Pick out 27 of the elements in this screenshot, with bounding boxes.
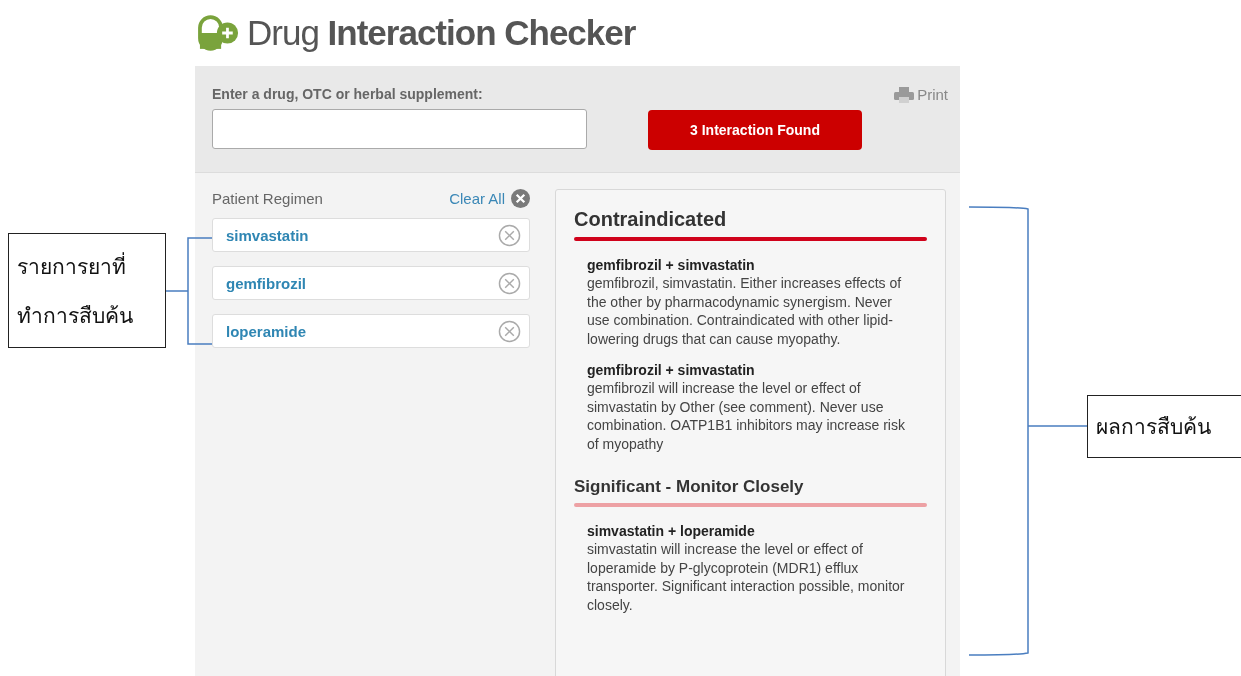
annotation-text: ทำการสืบค้น [17, 302, 134, 329]
page-title: Drug Interaction Checker [247, 13, 636, 53]
interactions-found-button[interactable]: 3 Interaction Found [648, 110, 862, 150]
regimen-title: Patient Regimen [212, 190, 323, 207]
clear-icon [511, 189, 530, 208]
remove-icon[interactable] [498, 223, 521, 247]
remove-icon[interactable] [498, 319, 521, 343]
interaction-text: simvastatin will increase the level or effect of loperamide by P-glycoprotein (MDR1) efflux transporter. Significant interaction possible, monitor closely. [587, 540, 905, 614]
interaction-title: gemfibrozil + simvastatin [587, 257, 756, 274]
clear-all-link[interactable]: Clear All [449, 189, 530, 208]
printer-icon [894, 86, 915, 103]
search-label: Enter a drug, OTC or herbal supplement: [212, 86, 484, 102]
pill-logo-icon [197, 15, 241, 51]
annotation-text: ผลการสืบค้น [1096, 414, 1212, 440]
drug-name: simvastatin [226, 226, 309, 244]
drug-input-field[interactable] [212, 109, 587, 149]
interaction-text: gemfibrozil, simvastatin. Either increases effects of the other by pharmacodynamic synergism. Never use combination. Contraindicated with other lipid-lowering drugs that can cause myopathy. [587, 274, 903, 348]
interaction-title: gemfibrozil + simvastatin [587, 362, 756, 379]
remove-icon[interactable] [498, 271, 521, 295]
severity-heading: Contraindicated [574, 208, 728, 231]
print-link[interactable]: Print [894, 86, 948, 103]
annotation-text: รายการยาที่ [17, 251, 127, 280]
severity-heading: Significant - Monitor Closely [574, 477, 805, 497]
drug-name: loperamide [226, 322, 307, 340]
interaction-title: simvastatin + loperamide [587, 523, 756, 540]
drug-name: gemfibrozil [226, 274, 306, 292]
interaction-text: gemfibrozil will increase the level or effect of simvastatin by Other (see comment). Never use combination. OATP1B1 inhibitors may increase risk of myopathy [587, 379, 905, 453]
